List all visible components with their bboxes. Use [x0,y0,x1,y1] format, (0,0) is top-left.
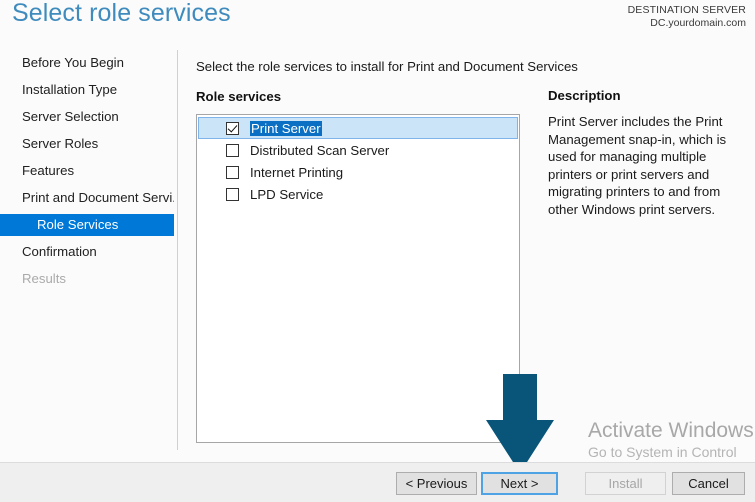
checkbox-unchecked-icon[interactable] [226,143,239,157]
destination-server-value: DC.yourdomain.com [650,17,746,29]
description-title: Description [548,88,621,103]
role-service-label: Print Server [250,120,322,136]
checkbox-unchecked-icon[interactable] [226,187,239,201]
install-button: Install [585,472,666,495]
sidebar-item-role-services[interactable]: Role Services [0,214,174,236]
wizard-header: Select role services DESTINATION SERVER … [0,0,755,48]
role-services-listbox[interactable]: Print Server Distributed Scan Server Inter… [196,114,520,443]
sidebar-divider [177,50,178,450]
sidebar-item-installation-type[interactable]: Installation Type [0,79,174,101]
role-service-label: LPD Service [250,186,324,202]
watermark-title: Activate Windows [588,419,754,442]
sidebar-item-features[interactable]: Features [0,160,174,182]
previous-button[interactable]: < Previous [396,472,477,495]
sidebar-item-server-selection[interactable]: Server Selection [0,106,174,128]
cancel-button[interactable]: Cancel [672,472,745,495]
next-button[interactable]: Next > [481,472,558,495]
destination-server-label: DESTINATION SERVER [627,4,746,16]
role-service-label: Distributed Scan Server [250,142,390,158]
role-service-row[interactable]: Print Server [198,117,518,139]
instruction-text: Select the role services to install for … [196,59,578,74]
role-service-label: Internet Printing [250,164,344,180]
description-body: Print Server includes the Print Manageme… [548,114,727,217]
description-panel: Description Print Server includes the Pr… [548,88,748,218]
sidebar-item-print-and-document-servi[interactable]: Print and Document Servi... [0,187,174,209]
page-title: Select role services [12,0,231,27]
sidebar-item-results: Results [22,271,66,286]
sidebar-item-confirmation[interactable]: Confirmation [0,241,174,263]
checkbox-checked-icon[interactable] [226,121,239,135]
wizard-footer: < Previous Next > Install Cancel [0,462,755,502]
sidebar-item-before-you-begin[interactable]: Before You Begin [0,52,174,74]
checkbox-unchecked-icon[interactable] [226,165,239,179]
role-service-row[interactable]: Distributed Scan Server [198,139,518,161]
wizard-navigation-sidebar: Before You Begin Installation Type Server … [0,52,177,452]
role-service-row[interactable]: Internet Printing [198,161,518,183]
destination-server-block: DESTINATION SERVER DC.yourdomain.com [628,4,746,30]
role-service-row[interactable]: LPD Service [198,183,518,205]
sidebar-item-server-roles[interactable]: Server Roles [0,133,174,155]
role-services-label: Role services [196,89,282,104]
